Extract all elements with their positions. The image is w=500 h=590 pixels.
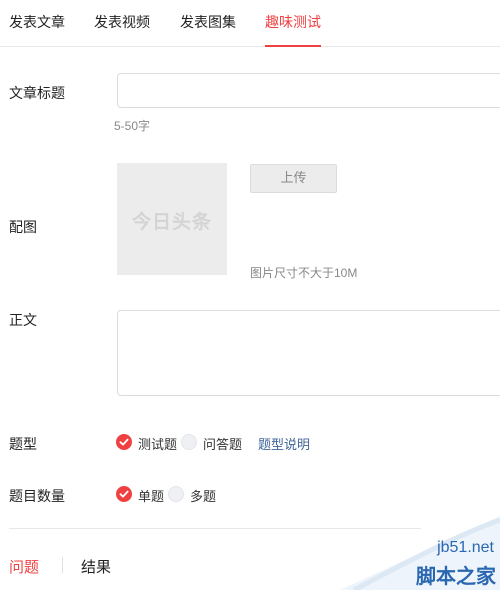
check-icon [119,438,129,446]
body-textarea[interactable] [117,310,500,396]
tab-separator [62,557,63,573]
upload-button[interactable]: 上传 [250,164,337,193]
radio-qa-question[interactable] [181,434,197,450]
option-qa-question-label[interactable]: 问答题 [203,434,242,453]
title-input[interactable] [117,73,500,108]
tab-publish-article[interactable]: 发表文章 [9,0,65,46]
check-icon [119,490,129,498]
tab-results[interactable]: 结果 [81,556,111,577]
image-placeholder[interactable]: 今日头条 [117,163,227,275]
option-multi-question-label[interactable]: 多题 [190,486,216,505]
tab-questions[interactable]: 问题 [9,556,39,577]
radio-single-question[interactable] [116,486,132,502]
title-label: 文章标题 [9,86,65,102]
image-size-hint: 图片尺寸不大于10M [250,266,358,280]
tab-publish-gallery[interactable]: 发表图集 [180,0,236,46]
tab-publish-video[interactable]: 发表视频 [94,0,150,46]
radio-test-question[interactable] [116,434,132,450]
radio-multi-question[interactable] [168,486,184,502]
tab-fun-quiz[interactable]: 趣味测试 [265,0,321,47]
image-label: 配图 [9,220,37,236]
toutiao-logo: 今日头条 [131,211,212,233]
site-watermark: jb51.net 脚本之家 [340,510,500,590]
question-type-label: 题型 [9,437,37,453]
option-test-question-label[interactable]: 测试题 [138,434,177,453]
watermark-domain: jb51.net [437,539,494,556]
top-tab-bar: 发表文章 发表视频 发表图集 趣味测试 [0,0,500,47]
title-hint: 5-50字 [114,119,151,133]
body-label: 正文 [9,313,37,329]
question-type-help-link[interactable]: 题型说明 [258,434,310,453]
option-single-question-label[interactable]: 单题 [138,486,164,505]
watermark-site-name: 脚本之家 [416,564,496,588]
question-count-label: 题目数量 [9,489,65,505]
